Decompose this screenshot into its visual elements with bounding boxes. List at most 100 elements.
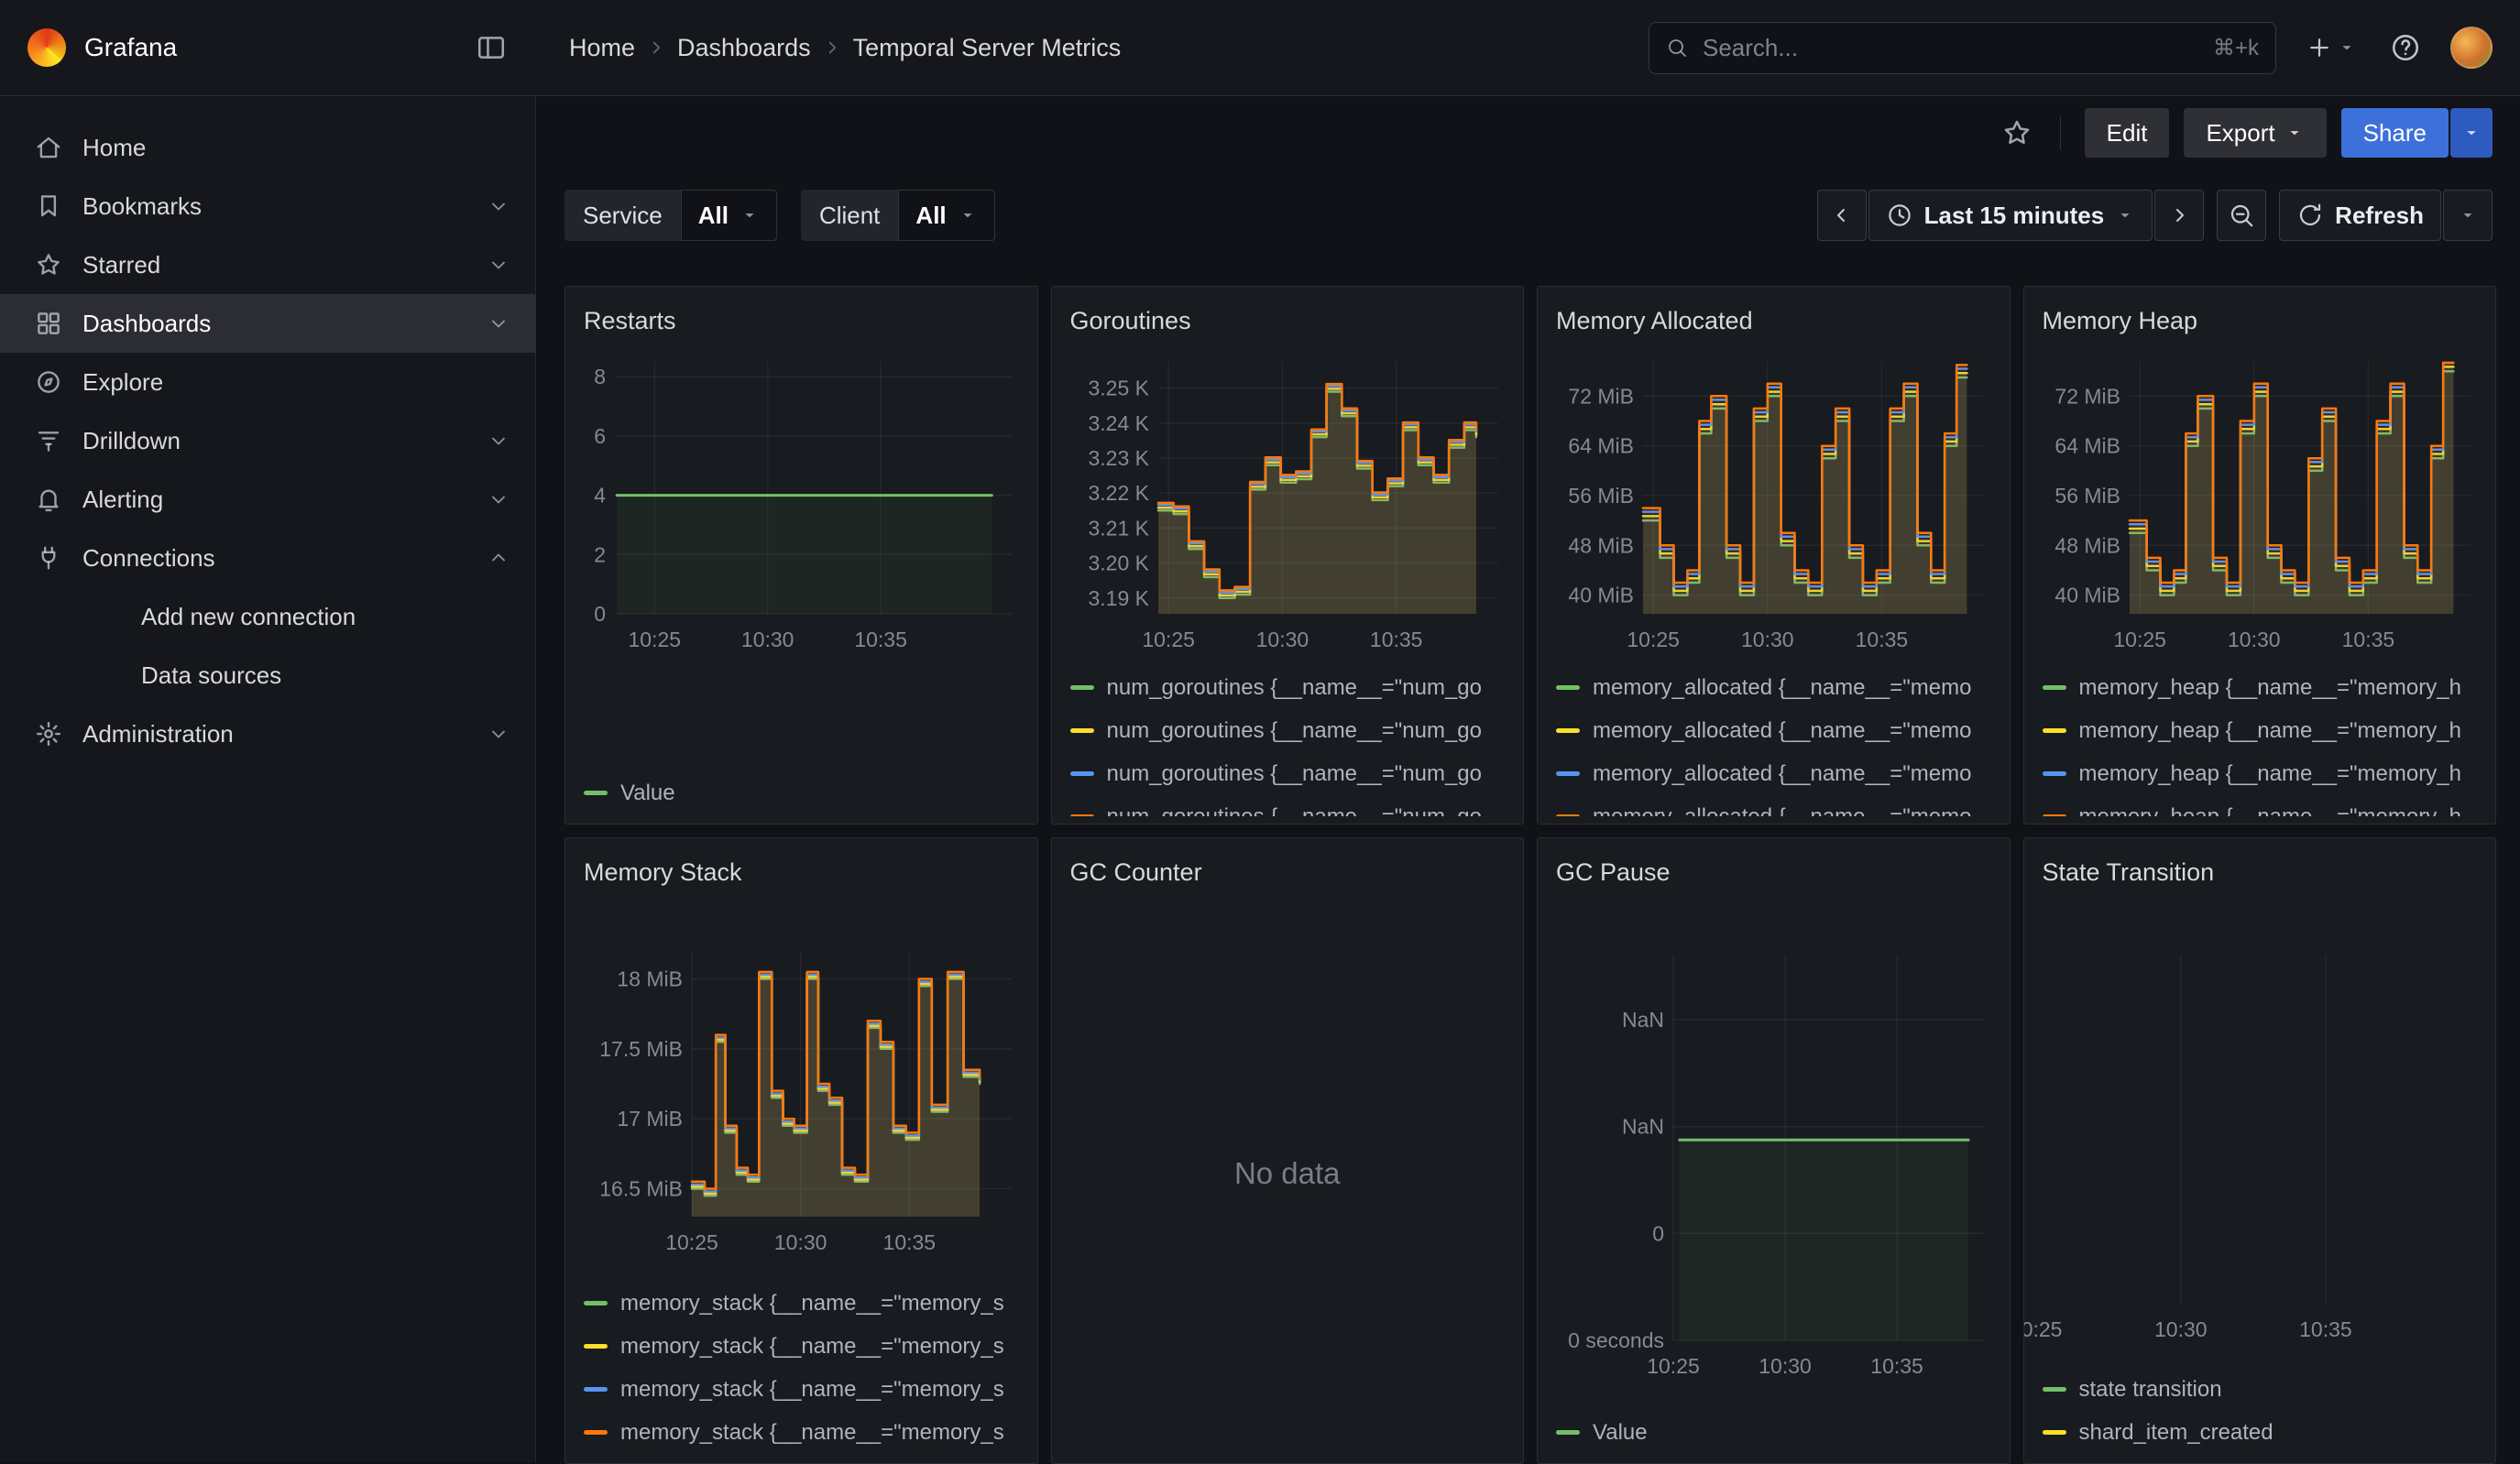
chart-canvas[interactable]: 72 MiB64 MiB56 MiB48 MiB40 MiB10:2510:30… [1556, 362, 1991, 656]
svg-text:10:35: 10:35 [883, 1230, 937, 1254]
chart-canvas[interactable]: 72 MiB64 MiB56 MiB48 MiB40 MiB10:2510:30… [2043, 362, 2478, 656]
refresh-button-label: Refresh [2335, 202, 2424, 230]
time-range-button[interactable]: Last 15 minutes [1868, 190, 2153, 241]
panel-title[interactable]: Memory Stack [584, 853, 1019, 891]
chart-area[interactable]: 72 MiB64 MiB56 MiB48 MiB40 MiB10:2510:30… [1556, 362, 1991, 656]
legend-item[interactable]: memory_heap {__name__="memory_h [2043, 752, 2478, 795]
sidebar-item-dashboards[interactable]: Dashboards [0, 294, 535, 353]
chevron-up-icon[interactable] [488, 547, 509, 569]
panel-title[interactable]: Memory Heap [2043, 301, 2478, 340]
legend-item[interactable]: memory_stack {__name__="memory_s [584, 1368, 1019, 1411]
breadcrumb-item[interactable]: Home [569, 34, 635, 62]
sidebar-item-alerting[interactable]: Alerting [0, 470, 535, 529]
legend-item[interactable]: memory_stack {__name__="memory_s [584, 1325, 1019, 1368]
sidebar-item-explore[interactable]: Explore [0, 353, 535, 411]
export-button[interactable]: Export [2184, 108, 2326, 158]
breadcrumb-item[interactable]: Dashboards [677, 34, 811, 62]
legend-swatch [1556, 814, 1580, 816]
sidebar-item-home[interactable]: Home [0, 118, 535, 177]
legend-item[interactable]: state transition [2043, 1368, 2478, 1411]
sidebar-item-bookmarks[interactable]: Bookmarks [0, 177, 535, 235]
legend-item[interactable]: num_goroutines {__name__="num_go [1070, 795, 1506, 816]
share-caret-button[interactable] [2450, 108, 2493, 158]
chart-area[interactable]: 18 MiB17.5 MiB17 MiB16.5 MiB10:2510:3010… [584, 951, 1019, 1259]
legend-item[interactable]: shard_item_created [2043, 1411, 2478, 1454]
legend-item[interactable]: memory_allocated {__name__="memo [1556, 795, 1991, 816]
chevron-down-icon[interactable] [488, 430, 509, 452]
legend-item[interactable]: Value [1556, 1411, 1991, 1454]
legend-item[interactable]: num_goroutines {__name__="num_go [1070, 666, 1506, 709]
svg-text:18 MiB: 18 MiB [617, 967, 683, 991]
legend-item[interactable]: memory_heap {__name__="memory_h [2043, 666, 2478, 709]
chevron-down-icon[interactable] [488, 254, 509, 276]
time-forward-button[interactable] [2154, 190, 2204, 241]
legend-item[interactable]: memory_allocated {__name__="memo [1556, 752, 1991, 795]
legend-item[interactable]: memory_allocated {__name__="memo [1556, 666, 1991, 709]
panel-state-transition: State Transition 10:2510:3010:35 state tra… [2023, 837, 2497, 1464]
svg-text:4: 4 [594, 484, 606, 508]
client-filter: Client All [801, 190, 995, 241]
chevron-down-icon[interactable] [488, 723, 509, 745]
client-filter-value[interactable]: All [898, 190, 994, 241]
share-button[interactable]: Share [2341, 108, 2449, 158]
chart-canvas[interactable]: NaNNaN00 seconds10:2510:3010:35 [1556, 956, 1991, 1382]
sidebar-item-data-sources[interactable]: Data sources [0, 646, 535, 705]
sidebar-item-add-new-connection[interactable]: Add new connection [0, 587, 535, 646]
legend-item[interactable]: memory_allocated {__name__="memo [1556, 709, 1991, 752]
chart-canvas[interactable]: 10:2510:3010:35 [2043, 956, 2478, 1346]
user-avatar[interactable] [2450, 27, 2493, 69]
zoom-out-button[interactable] [2217, 190, 2266, 241]
home-icon [35, 134, 62, 161]
refresh-interval-button[interactable] [2443, 190, 2493, 241]
sidebar-toggle-button[interactable] [470, 27, 512, 69]
chevron-down-icon[interactable] [488, 488, 509, 510]
panel-title[interactable]: Goroutines [1070, 301, 1506, 340]
service-filter-value[interactable]: All [681, 190, 777, 241]
svg-text:0 seconds: 0 seconds [1568, 1328, 1664, 1352]
legend: memory_allocated {__name__="memomemory_a… [1556, 666, 1991, 816]
refresh-button[interactable]: Refresh [2279, 190, 2441, 241]
legend-item[interactable]: Value [584, 771, 1019, 814]
panel-title[interactable]: State Transition [2043, 853, 2478, 891]
panel-title[interactable]: GC Counter [1070, 853, 1506, 891]
chart-canvas[interactable]: 8642010:2510:3010:35 [584, 362, 1019, 656]
legend-item[interactable]: num_goroutines {__name__="num_go [1070, 752, 1506, 795]
search-input[interactable] [1701, 33, 2200, 63]
legend-item[interactable]: memory_stack {__name__="memory_s [584, 1282, 1019, 1325]
time-back-button[interactable] [1817, 190, 1867, 241]
chart-area[interactable]: 8642010:2510:3010:35 [584, 362, 1019, 656]
legend-item[interactable]: memory_stack {__name__="memory_s [584, 1411, 1019, 1454]
refresh-icon [2296, 202, 2324, 229]
sidebar-item-label: Administration [82, 720, 234, 748]
chart-area[interactable]: 10:2510:3010:35 [2043, 956, 2478, 1346]
legend-item[interactable]: memory_heap {__name__="memory_h [2043, 709, 2478, 752]
chart-area[interactable]: 3.25 K3.24 K3.23 K3.22 K3.21 K3.20 K3.19… [1070, 362, 1506, 656]
chart-area[interactable]: NaNNaN00 seconds10:2510:3010:35 [1556, 956, 1991, 1382]
chart-canvas[interactable]: 18 MiB17.5 MiB17 MiB16.5 MiB10:2510:3010… [584, 951, 1019, 1259]
sidebar-item-administration[interactable]: Administration [0, 705, 535, 763]
chart-area[interactable]: 72 MiB64 MiB56 MiB48 MiB40 MiB10:2510:30… [2043, 362, 2478, 656]
chevron-down-icon[interactable] [488, 312, 509, 334]
panel-memory-heap: Memory Heap 72 MiB64 MiB56 MiB48 MiB40 Mi… [2023, 286, 2497, 825]
grafana-logo-icon[interactable] [27, 28, 66, 67]
chevron-down-icon[interactable] [488, 195, 509, 217]
new-button[interactable] [2302, 30, 2361, 65]
sidebar-item-starred[interactable]: Starred [0, 235, 535, 294]
edit-button[interactable]: Edit [2085, 108, 2170, 158]
panel-title[interactable]: Memory Allocated [1556, 301, 1991, 340]
sidebar-item-drilldown[interactable]: Drilldown [0, 411, 535, 470]
svg-text:48 MiB: 48 MiB [2054, 533, 2120, 557]
favorite-button[interactable] [1998, 114, 2036, 152]
panel-title[interactable]: GC Pause [1556, 853, 1991, 891]
share-split-button: Share [2341, 108, 2493, 158]
legend-item[interactable]: memory_heap {__name__="memory_h [2043, 795, 2478, 816]
svg-text:10:30: 10:30 [2227, 628, 2280, 651]
legend-item[interactable]: num_goroutines {__name__="num_go [1070, 709, 1506, 752]
sidebar-item-connections[interactable]: Connections [0, 529, 535, 587]
search-bar[interactable]: ⌘+k [1649, 22, 2276, 74]
help-button[interactable] [2386, 28, 2425, 67]
legend-swatch [1556, 771, 1580, 776]
panel-title[interactable]: Restarts [584, 301, 1019, 340]
legend: memory_stack {__name__="memory_smemory_s… [584, 1282, 1019, 1456]
chart-canvas[interactable]: 3.25 K3.24 K3.23 K3.22 K3.21 K3.20 K3.19… [1070, 362, 1506, 656]
